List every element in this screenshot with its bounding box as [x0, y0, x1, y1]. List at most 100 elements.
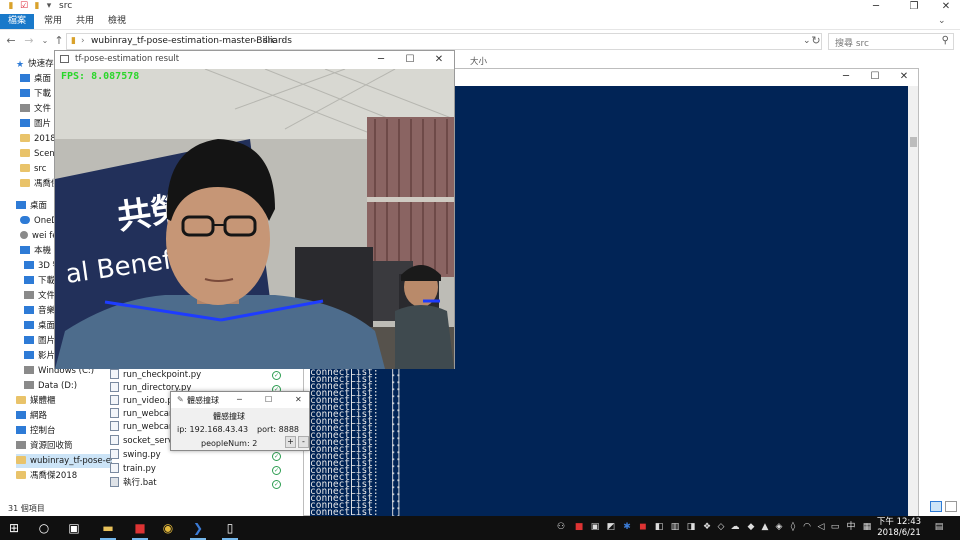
- tray-app-icon[interactable]: ▲: [760, 521, 770, 533]
- tray-app-icon[interactable]: ◇: [716, 521, 726, 533]
- console-scrollbar[interactable]: [908, 86, 918, 516]
- tray-app-icon[interactable]: ◊: [788, 521, 798, 533]
- nav-recycle-bin[interactable]: 資源回收筒: [16, 439, 112, 453]
- navigation-bar: ← → ⌄ ↑ ▮ › wubinray_tf-pose-estimation-…: [0, 30, 960, 52]
- expand-ribbon-icon[interactable]: ⌄: [930, 14, 954, 29]
- maximize-button[interactable]: ☐: [398, 53, 422, 66]
- wifi-icon[interactable]: ◠: [802, 521, 812, 533]
- sync-status-icon: ✓: [272, 466, 281, 475]
- tab-file[interactable]: 檔案: [0, 14, 34, 29]
- nav-control-panel[interactable]: 控制台: [16, 424, 112, 438]
- start-windows-icon[interactable]: ⊞: [4, 518, 24, 538]
- breadcrumb-src[interactable]: src: [263, 36, 276, 46]
- breadcrumb-project[interactable]: wubinray_tf-pose-estimation-master-Billi…: [91, 36, 292, 46]
- close-button[interactable]: ✕: [934, 0, 958, 13]
- address-bar[interactable]: ▮ › wubinray_tf-pose-estimation-master-B…: [66, 33, 822, 50]
- details-view-icon[interactable]: [930, 501, 942, 512]
- folder-icon: ▮: [8, 1, 14, 11]
- maximize-button[interactable]: ☐: [265, 395, 272, 404]
- python-file-icon: [110, 435, 119, 445]
- file-explorer-icon[interactable]: ▬: [98, 518, 118, 540]
- column-header-size[interactable]: 大小: [470, 55, 487, 67]
- keyboard-icon[interactable]: ▦: [862, 521, 872, 533]
- app-icon: [60, 55, 69, 63]
- dropbox-icon[interactable]: ❖: [702, 521, 712, 533]
- tray-app-icon[interactable]: ▣: [590, 521, 600, 533]
- pose-window-title: tf-pose-estimation result: [75, 54, 180, 64]
- dialog-heading: 體感撞球: [213, 412, 245, 421]
- tray-app-icon[interactable]: ◼: [638, 521, 648, 533]
- file-row[interactable]: swing.py: [110, 449, 161, 462]
- close-button[interactable]: ✕: [295, 395, 302, 404]
- file-row[interactable]: run_video.py: [110, 395, 178, 408]
- search-icon: ⚲: [941, 35, 949, 46]
- nav-project-folder[interactable]: wubinray_tf-pose-estimati: [16, 454, 112, 468]
- tray-app-icon[interactable]: ◨: [686, 521, 696, 533]
- clock[interactable]: 下午 12:43 2018/6/21: [874, 517, 924, 539]
- tray-app-icon[interactable]: ◈: [774, 521, 784, 533]
- large-icons-view-icon[interactable]: [945, 501, 957, 512]
- notifications-icon[interactable]: ▤: [934, 521, 944, 533]
- onedrive-cloud-icon[interactable]: ☁: [730, 521, 740, 533]
- sync-status-icon: ✓: [272, 371, 281, 380]
- minimize-button[interactable]: ─: [864, 0, 888, 13]
- file-row[interactable]: run_checkpoint.py: [110, 369, 201, 382]
- app-red-icon[interactable]: ■: [130, 518, 150, 540]
- nav-user-2018[interactable]: 馮喬傑2018: [16, 469, 112, 483]
- tab-share[interactable]: 共用: [68, 14, 102, 29]
- search-icon[interactable]: ○: [34, 518, 54, 538]
- tray-app-icon[interactable]: ▥: [670, 521, 680, 533]
- people-icon[interactable]: ⚇: [556, 521, 566, 533]
- increase-people-button[interactable]: +: [285, 436, 296, 448]
- battery-icon[interactable]: ▭: [830, 521, 840, 533]
- tray-app-icon[interactable]: ◧: [654, 521, 664, 533]
- nav-libraries[interactable]: 媒體櫃: [16, 394, 112, 408]
- tray-app-icon[interactable]: ◆: [746, 521, 756, 533]
- file-row[interactable]: train.py: [110, 463, 156, 476]
- ime-indicator[interactable]: 中: [846, 521, 856, 533]
- minimize-button[interactable]: ─: [834, 70, 858, 83]
- file-row[interactable]: 執行.bat: [110, 477, 157, 490]
- quick-access-dropdown-icon[interactable]: ▾: [44, 1, 54, 11]
- tab-home[interactable]: 常用: [36, 14, 70, 29]
- close-button[interactable]: ✕: [427, 53, 451, 66]
- chevron-right-icon: ›: [281, 36, 285, 46]
- chevron-right-icon: ›: [253, 36, 257, 46]
- fps-counter: FPS: 8.087578: [61, 71, 140, 82]
- nav-drive-d[interactable]: Data (D:): [24, 379, 120, 393]
- nav-network[interactable]: 網路: [16, 409, 112, 423]
- file-row[interactable]: run_webcam: [110, 421, 177, 434]
- minimize-button[interactable]: ─: [369, 53, 393, 66]
- close-button[interactable]: ✕: [892, 70, 916, 83]
- back-arrow-icon[interactable]: ←: [4, 34, 18, 48]
- python-file-icon: [110, 382, 119, 392]
- explorer-titlebar: ▮ ☑ ▮ ▾ src ─ ❐ ✕: [0, 0, 960, 13]
- decrease-people-button[interactable]: -: [298, 436, 309, 448]
- properties-icon[interactable]: ☑: [19, 1, 29, 11]
- people-count-label: peopleNum: 2: [201, 439, 258, 448]
- recent-dropdown-icon[interactable]: ⌄: [38, 34, 52, 48]
- search-box[interactable]: 搜尋 src ⚲: [828, 33, 954, 50]
- maximize-button[interactable]: ❐: [902, 0, 926, 13]
- refresh-icon[interactable]: ↻: [809, 34, 823, 48]
- document-icon[interactable]: ▯: [220, 518, 240, 540]
- console-scrollbar-thumb[interactable]: [910, 137, 917, 147]
- tray-app-icon[interactable]: ◩: [606, 521, 616, 533]
- new-folder-icon[interactable]: ▮: [32, 1, 42, 11]
- powershell-icon[interactable]: ❯: [188, 518, 208, 540]
- tray-app-icon[interactable]: ■: [574, 521, 584, 533]
- bluetooth-icon[interactable]: ✱: [622, 521, 632, 533]
- chrome-icon[interactable]: ◉: [158, 518, 178, 538]
- sync-status-icon: ✓: [272, 480, 281, 489]
- volume-icon[interactable]: ◁: [816, 521, 826, 533]
- forward-arrow-icon[interactable]: →: [22, 34, 36, 48]
- batch-file-icon: [110, 477, 119, 487]
- python-file-icon: [110, 395, 119, 405]
- up-arrow-icon[interactable]: ↑: [52, 34, 66, 48]
- clock-time: 下午 12:43: [876, 517, 922, 527]
- tab-view[interactable]: 檢視: [100, 14, 134, 29]
- python-file-icon: [110, 408, 119, 418]
- minimize-button[interactable]: ─: [237, 395, 242, 404]
- task-view-icon[interactable]: ▣: [64, 518, 84, 538]
- maximize-button[interactable]: ☐: [863, 70, 887, 83]
